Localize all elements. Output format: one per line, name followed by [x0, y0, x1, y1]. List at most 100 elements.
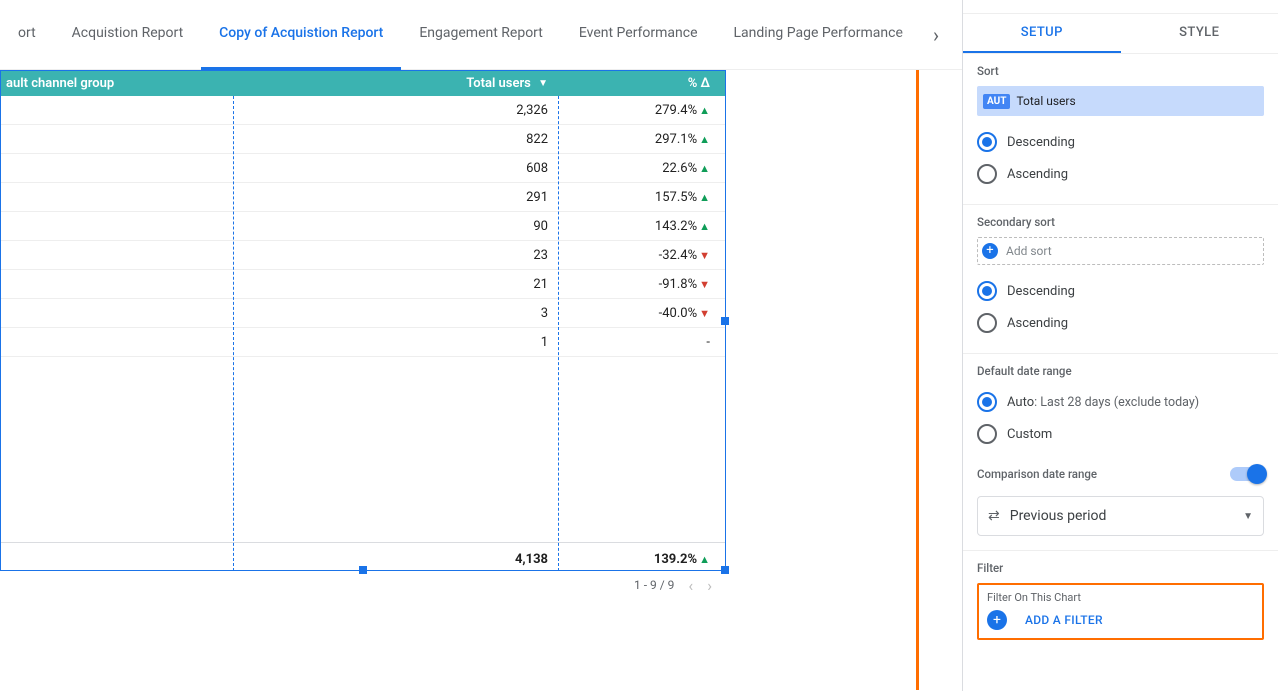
arrow-up-icon: ▲	[699, 133, 710, 146]
table-row[interactable]: 23 -32.4%▼	[0, 241, 726, 270]
radio-label: Descending	[1007, 284, 1075, 299]
panel-body[interactable]: Sort AUT Total users Descending Ascendin…	[963, 54, 1278, 691]
arrow-down-icon: ▼	[699, 249, 710, 262]
radio-sort-desc[interactable]: Descending	[977, 126, 1264, 158]
page-tab-active[interactable]: Copy of Acquistion Report	[201, 0, 401, 70]
canvas-right-margin-guide	[916, 70, 919, 690]
chip-type-badge: AUT	[983, 94, 1010, 109]
table-cell-delta: -91.8%▼	[558, 277, 726, 292]
filter-sub-label: Filter On This Chart	[987, 591, 1254, 604]
add-secondary-sort[interactable]: + Add sort	[977, 237, 1264, 265]
table-header-dimension[interactable]: ault channel group	[0, 76, 233, 91]
radio-icon	[977, 132, 997, 152]
grand-total-delta: 139.2%▲	[558, 552, 726, 567]
table-row[interactable]: 2,326 279.4%▲	[0, 96, 726, 125]
pager-next-button[interactable]: ›	[707, 576, 712, 595]
table-cell-val: 2,326	[233, 103, 558, 118]
radio-icon	[977, 392, 997, 412]
section-label: Filter	[977, 561, 1264, 575]
tab-setup[interactable]: SETUP	[963, 14, 1121, 53]
table-cell-delta: 279.4%▲	[558, 103, 726, 118]
radio-icon	[977, 281, 997, 301]
table-row[interactable]: 291 157.5%▲	[0, 183, 726, 212]
plus-icon: +	[987, 610, 1007, 630]
comparison-period-dropdown[interactable]: ⇄ Previous period ▼	[977, 496, 1264, 536]
table-cell-val: 3	[233, 306, 558, 321]
table-cell-delta: 157.5%▲	[558, 190, 726, 205]
page-tab[interactable]: Acquistion Report	[54, 0, 202, 70]
table-cell-delta: 143.2%▲	[558, 219, 726, 234]
comparison-toggle-row: Comparison date range	[977, 460, 1264, 488]
table-header-metric[interactable]: Total users ▼	[233, 76, 558, 91]
arrow-up-icon: ▲	[699, 162, 710, 175]
properties-panel: SETUP STYLE Sort AUT Total users Descend…	[962, 0, 1278, 691]
pager-range: 1 - 9 / 9	[634, 578, 674, 592]
table-cell-val: 822	[233, 132, 558, 147]
section-sort: Sort AUT Total users Descending Ascendin…	[963, 54, 1278, 205]
radio-secondary-desc[interactable]: Descending	[977, 275, 1264, 307]
sort-desc-icon: ▼	[538, 78, 548, 89]
section-label: Secondary sort	[977, 215, 1264, 229]
table-header-delta[interactable]: % Δ	[558, 76, 726, 91]
comparison-toggle[interactable]	[1230, 467, 1264, 481]
tab-style[interactable]: STYLE	[1121, 14, 1278, 53]
page-tab[interactable]: ort	[0, 0, 54, 70]
table-cell-val: 23	[233, 248, 558, 263]
table-cell-delta: -32.4%▼	[558, 248, 726, 263]
table-cell-val: 1	[233, 335, 558, 350]
radio-secondary-asc[interactable]: Ascending	[977, 307, 1264, 339]
arrow-up-icon: ▲	[699, 191, 710, 204]
section-label: Sort	[977, 64, 1264, 78]
section-filter: Filter Filter On This Chart + ADD A FILT…	[963, 551, 1278, 654]
radio-sort-asc[interactable]: Ascending	[977, 158, 1264, 190]
table-footer: 4,138 139.2%▲ 1 - 9 / 9 ‹ ›	[0, 542, 726, 599]
radio-label: Custom	[1007, 427, 1052, 442]
add-sort-label: Add sort	[1006, 244, 1052, 258]
page-tab[interactable]: Engagement Report	[401, 0, 561, 70]
table-row[interactable]: 822 297.1%▲	[0, 125, 726, 154]
table-row[interactable]: 1 -	[0, 328, 726, 357]
table-cell-delta: -	[558, 335, 726, 350]
dropdown-value: Previous period	[1010, 508, 1107, 524]
table-chart[interactable]: ault channel group Total users ▼ % Δ 2,3…	[0, 70, 726, 599]
radio-date-auto[interactable]: Auto: Last 28 days (exclude today)	[977, 386, 1264, 418]
table-cell-val: 21	[233, 277, 558, 292]
add-filter-label: ADD A FILTER	[1025, 613, 1103, 627]
table-row[interactable]: 3 -40.0%▼	[0, 299, 726, 328]
arrow-down-icon: ▼	[699, 307, 710, 320]
radio-date-custom[interactable]: Custom	[977, 418, 1264, 450]
report-canvas[interactable]: ault channel group Total users ▼ % Δ 2,3…	[0, 70, 920, 690]
page-tab[interactable]: Landing Page Performance	[716, 0, 921, 70]
add-filter-button[interactable]: + ADD A FILTER	[987, 610, 1254, 630]
table-cell-delta: -40.0%▼	[558, 306, 726, 321]
pager-prev-button[interactable]: ‹	[688, 576, 693, 595]
grand-total-value: 4,138	[233, 552, 558, 567]
table-cell-delta: 297.1%▲	[558, 132, 726, 147]
table-cell-val: 90	[233, 219, 558, 234]
filter-highlight-box: Filter On This Chart + ADD A FILTER	[977, 583, 1264, 640]
sort-metric-chip[interactable]: AUT Total users	[977, 86, 1264, 116]
comparison-label: Comparison date range	[977, 467, 1097, 481]
tabs-scroll-right-button[interactable]: ›	[918, 17, 954, 53]
radio-label: Descending	[1007, 135, 1075, 150]
table-row[interactable]: 21 -91.8%▼	[0, 270, 726, 299]
arrow-up-icon: ▲	[699, 553, 710, 566]
chevron-right-icon: ›	[933, 23, 939, 47]
table-cell-delta: 22.6%▲	[558, 161, 726, 176]
radio-label: Ascending	[1007, 167, 1068, 182]
arrow-up-icon: ▲	[699, 220, 710, 233]
arrow-down-icon: ▼	[699, 278, 710, 291]
radio-icon	[977, 164, 997, 184]
section-secondary-sort: Secondary sort + Add sort Descending Asc…	[963, 205, 1278, 354]
radio-label: Ascending	[1007, 316, 1068, 331]
chip-text: Total users	[1016, 94, 1075, 108]
section-label: Default date range	[977, 364, 1264, 378]
radio-icon	[977, 313, 997, 333]
table-row[interactable]: 608 22.6%▲	[0, 154, 726, 183]
radio-icon	[977, 424, 997, 444]
page-tab[interactable]: Event Performance	[561, 0, 716, 70]
table-body: 2,326 279.4%▲ 822 297.1%▲ 608 22.6%▲ 291…	[0, 96, 726, 357]
auto-date-detail: : Last 28 days (exclude today)	[1034, 395, 1199, 410]
table-row[interactable]: 90 143.2%▲	[0, 212, 726, 241]
table-header-metric-label: Total users	[466, 76, 531, 91]
